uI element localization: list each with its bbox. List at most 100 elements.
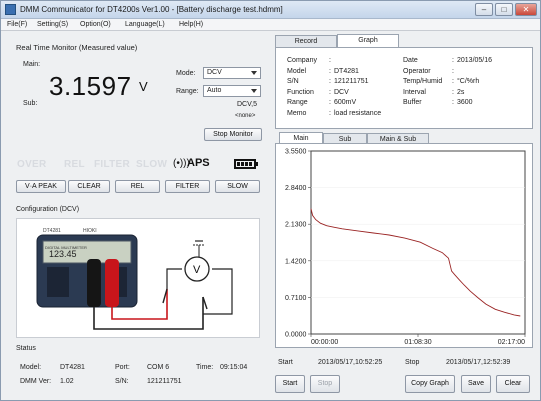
main-label: Main:	[23, 61, 41, 68]
status-time-label: Time:	[196, 364, 214, 371]
info-label: Function	[287, 88, 314, 96]
info-value: °C/%rh	[457, 78, 480, 85]
mode-select[interactable]: DCV	[203, 67, 261, 79]
info-colon: :	[329, 109, 331, 117]
stop-button[interactable]: Stop	[310, 375, 340, 393]
config-heading: Configuration (DCV)	[16, 206, 80, 213]
y-tick-label: 3.5500	[285, 149, 307, 156]
status-sn-label: S/N:	[115, 378, 129, 385]
stop-monitor-button[interactable]: Stop Monitor	[204, 128, 262, 141]
start-button[interactable]: Start	[275, 375, 305, 393]
main-unit: V	[139, 79, 148, 94]
status-ver-label: DMM Ver:	[20, 378, 52, 385]
info-value: DT4281	[334, 67, 359, 75]
start-time-value: 2013/05/17,10:52:25	[318, 359, 383, 366]
menu-file[interactable]: File(F)	[7, 21, 27, 28]
info-colon: :	[452, 99, 454, 106]
status-heading: Status	[16, 345, 36, 352]
status-port-label: Port:	[115, 364, 130, 371]
over-indicator: OVER	[17, 159, 47, 170]
info-value: 2013/05/16	[457, 57, 493, 64]
app-icon	[5, 4, 16, 15]
chevron-down-icon	[251, 71, 257, 75]
monitor-heading: Real Time Monitor (Measured value)	[16, 43, 138, 52]
info-colon: :	[329, 88, 331, 96]
info-value: load resistance	[334, 109, 382, 117]
y-tick-label: 0.7100	[285, 295, 307, 302]
close-button[interactable]: ✕	[515, 3, 537, 16]
info-value: 121211751	[334, 78, 369, 85]
aps-indicator: APS	[187, 157, 210, 169]
copy-graph-button[interactable]: Copy Graph	[405, 375, 455, 393]
info-colon: :	[329, 78, 331, 85]
info-value: 3600	[457, 99, 473, 106]
sub-range-info: <none>	[235, 113, 256, 119]
battery-icon	[234, 159, 258, 169]
meter-display-value: 123.45	[49, 249, 77, 259]
info-colon: :	[452, 57, 454, 64]
filter-indicator: FILTER	[94, 159, 131, 170]
status-port-value: COM 6	[147, 364, 170, 371]
info-colon: :	[452, 88, 454, 96]
save-button[interactable]: Save	[461, 375, 491, 393]
info-value: 600mV	[334, 99, 357, 106]
window-title: DMM Communicator for DT4200s Ver1.00 - […	[20, 5, 283, 14]
y-tick-label: 2.1300	[285, 222, 307, 229]
menu-setting[interactable]: Setting(S)	[37, 21, 68, 28]
wiring-diagram: 123.45 DT4281 HIOKI DIGITAL MULTIMETER V	[36, 228, 233, 330]
info-colon: :	[329, 57, 331, 64]
stop-time-value: 2013/05/17,12:52:39	[446, 359, 511, 366]
clear-graph-button[interactable]: Clear	[496, 375, 530, 393]
info-colon: :	[452, 67, 454, 75]
title-bar: DMM Communicator for DT4200s Ver1.00 - […	[1, 1, 540, 19]
info-colon: :	[452, 78, 454, 85]
info-label: S/N	[287, 78, 299, 85]
status-sn-value: 121211751	[147, 378, 182, 385]
y-tick-label: 2.8400	[285, 185, 307, 192]
tab-graph[interactable]: Graph	[337, 34, 399, 48]
sub-label: Sub:	[23, 100, 38, 107]
menu-help[interactable]: Help(H)	[179, 21, 203, 28]
info-label: Company	[287, 57, 317, 64]
maximize-button[interactable]: □	[495, 3, 513, 16]
meter-description: DIGITAL MULTIMETER	[45, 245, 87, 250]
va-peak-button[interactable]: V·A PEAK	[16, 180, 66, 193]
range-select[interactable]: Auto	[203, 85, 261, 97]
plot-area	[310, 150, 526, 335]
menu-bar: File(F) Setting(S) Option(O) Language(L)…	[1, 19, 540, 31]
discharge-chart: 3.5500 2.8400 2.1300 1.4200 0.7100 0.0000 00:0…	[285, 149, 526, 346]
clear-button[interactable]: CLEAR	[68, 180, 110, 193]
info-label: Range	[287, 99, 308, 106]
rel-indicator: REL	[64, 159, 85, 170]
stop-time-label: Stop	[405, 359, 420, 366]
x-tick-label: 01:08:30	[404, 339, 431, 346]
meter-model-label: DT4281	[43, 228, 61, 234]
info-colon: :	[329, 99, 331, 106]
filter-button[interactable]: FILTER	[165, 180, 210, 193]
info-value: DCV	[334, 88, 349, 96]
menu-language[interactable]: Language(L)	[125, 21, 165, 28]
slow-button[interactable]: SLOW	[215, 180, 260, 193]
info-label: Memo	[287, 109, 307, 117]
mode-select-value: DCV	[207, 69, 222, 76]
status-model-label: Model:	[20, 364, 42, 371]
chevron-down-icon	[251, 89, 257, 93]
range-label: Range:	[176, 88, 199, 95]
status-time-value: 09:15:04	[220, 364, 248, 371]
range-select-value: Auto	[207, 87, 222, 94]
info-colon: :	[329, 67, 331, 75]
minimize-button[interactable]: –	[475, 3, 493, 16]
sub-function-info: DCV,5	[237, 101, 257, 108]
main-value-display: 3.1597	[49, 71, 132, 101]
start-time-label: Start	[278, 359, 293, 366]
status-ver-value: 1.02	[60, 378, 74, 385]
app-window: DMM Communicator for DT4200s Ver1.00 - […	[0, 0, 541, 401]
rel-button[interactable]: REL	[115, 180, 160, 193]
info-label: Interval	[403, 88, 426, 96]
info-label: Temp/Humid	[403, 78, 443, 85]
info-label: Operator	[403, 67, 431, 75]
menu-option[interactable]: Option(O)	[80, 21, 111, 28]
configuration-diagram: 123.45 DT4281 HIOKI DIGITAL MULTIMETER V	[16, 218, 260, 338]
x-tick-label: 00:00:00	[311, 339, 338, 346]
mode-label: Mode:	[176, 70, 196, 77]
